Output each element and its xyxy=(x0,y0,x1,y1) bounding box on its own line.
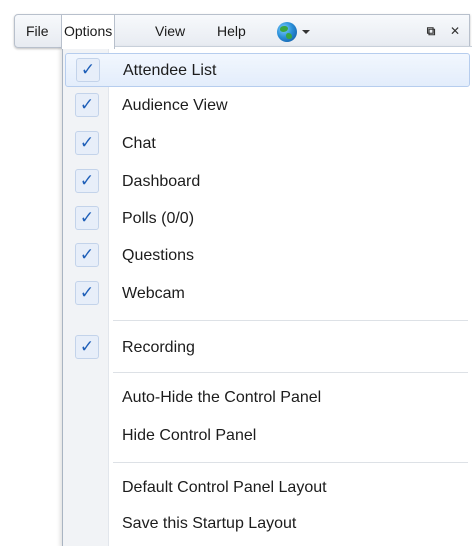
menu-item-label: Questions xyxy=(122,247,195,264)
menu-item-chat[interactable]: ✓ Chat xyxy=(65,127,470,161)
menu-item-label: Save this Startup Layout xyxy=(122,515,297,532)
menu-item-audience-view[interactable]: ✓ Audience View xyxy=(65,89,470,123)
check-icon: ✓ xyxy=(75,206,99,230)
menu-item-label: Auto-Hide the Control Panel xyxy=(122,389,322,406)
menubar: File Options View Help ⧉ ✕ xyxy=(14,14,470,49)
check-icon: ✓ xyxy=(75,243,99,267)
menu-item-label: Audience View xyxy=(122,97,228,114)
menu-item-label: Hide Control Panel xyxy=(122,427,257,444)
check-icon: ✓ xyxy=(75,169,99,193)
menu-item-label: Recording xyxy=(122,339,195,356)
close-icon[interactable]: ✕ xyxy=(447,23,463,39)
menu-item-webcam[interactable]: ✓ Webcam xyxy=(65,277,470,311)
menu-item-label: Polls (0/0) xyxy=(122,210,195,227)
language-menu[interactable] xyxy=(277,22,317,42)
menu-help[interactable]: Help xyxy=(215,15,248,47)
restore-icon[interactable]: ⧉ xyxy=(423,23,439,39)
menu-item-recording[interactable]: ✓ Recording xyxy=(65,331,470,365)
check-icon: ✓ xyxy=(75,281,99,305)
check-icon: ✓ xyxy=(75,131,99,155)
check-icon: ✓ xyxy=(75,93,99,117)
menu-item-polls[interactable]: ✓ Polls (0/0) xyxy=(65,202,470,236)
check-icon: ✓ xyxy=(76,58,100,82)
menu-item-label: Webcam xyxy=(122,285,185,302)
menu-view[interactable]: View xyxy=(153,15,187,47)
check-icon: ✓ xyxy=(75,335,99,359)
menu-item-label: Dashboard xyxy=(122,173,201,190)
menu-item-save-startup-layout[interactable]: Save this Startup Layout xyxy=(65,507,470,541)
menu-item-attendee-list[interactable]: ✓ Attendee List xyxy=(65,53,470,87)
menu-separator xyxy=(113,372,468,373)
chevron-down-icon xyxy=(302,30,310,34)
menu-item-auto-hide-control-panel[interactable]: Auto-Hide the Control Panel xyxy=(65,381,470,415)
app-window: File Options View Help ⧉ ✕ ✓ Attendee Li… xyxy=(0,0,472,546)
menu-item-label: Default Control Panel Layout xyxy=(122,479,327,496)
menu-file[interactable]: File xyxy=(24,15,51,47)
menu-item-default-layout[interactable]: Default Control Panel Layout xyxy=(65,471,470,505)
menu-item-dashboard[interactable]: ✓ Dashboard xyxy=(65,165,470,199)
menu-options[interactable]: Options xyxy=(61,15,116,49)
menu-item-label: Attendee List xyxy=(123,62,217,79)
menu-item-questions[interactable]: ✓ Questions xyxy=(65,239,470,273)
menu-item-hide-control-panel[interactable]: Hide Control Panel xyxy=(65,419,470,453)
options-dropdown-menu: ✓ Attendee List ✓ Audience View ✓ Chat ✓… xyxy=(62,46,472,546)
menu-separator xyxy=(113,320,468,321)
menu-item-label: Chat xyxy=(122,135,156,152)
menu-separator xyxy=(113,462,468,463)
globe-icon xyxy=(277,22,297,42)
